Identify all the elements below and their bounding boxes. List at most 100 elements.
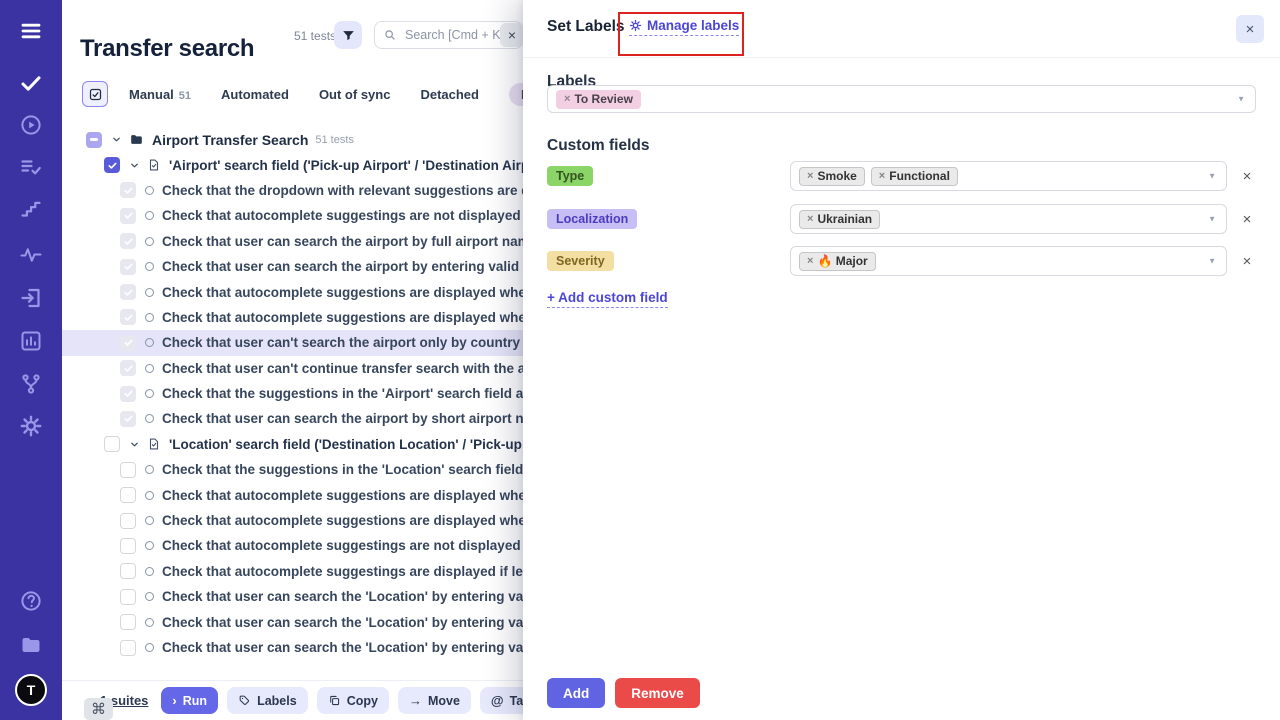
tree-case-row: Check that the dropdown with relevant su…: [62, 178, 523, 203]
checkbox-checked-light[interactable]: [120, 182, 136, 198]
sidebar-item-play-circle-icon[interactable]: [18, 112, 44, 138]
checkbox-checked-light[interactable]: [120, 259, 136, 275]
tab-estimate[interactable]: Estimate: [509, 83, 523, 106]
tree-row-label[interactable]: Check that user can search the airport b…: [162, 259, 523, 274]
checkbox-unchecked[interactable]: [120, 589, 136, 605]
remove-tag-icon[interactable]: ×: [879, 170, 885, 182]
label-tag: ×To Review: [556, 90, 641, 109]
search-clear-button[interactable]: ×: [500, 23, 523, 47]
custom-field-select-severity[interactable]: ×🔥 Major▼: [790, 246, 1227, 276]
sidebar-item-steps-icon[interactable]: [18, 196, 44, 222]
add-custom-field-link[interactable]: + Add custom field: [547, 290, 668, 308]
close-panel-button[interactable]: ×: [1236, 15, 1264, 43]
tree-row-label[interactable]: 'Location' search field ('Destination Lo…: [169, 437, 523, 452]
tree-row-label[interactable]: Check that user can search the 'Location…: [162, 589, 523, 604]
checkbox-checked-light[interactable]: [120, 386, 136, 402]
tab-out-of-sync[interactable]: Out of sync: [319, 87, 391, 102]
sidebar-item-list-check-icon[interactable]: [18, 154, 44, 180]
tree-row-label[interactable]: Check that autocomplete suggestions are …: [162, 310, 523, 325]
sidebar-item-branch-icon[interactable]: [18, 371, 44, 397]
tree-row-label[interactable]: Check that autocomplete suggestings are …: [162, 564, 523, 579]
sidebar-item-bar-chart-icon[interactable]: [18, 328, 44, 354]
sidebar-item-sign-in-icon[interactable]: [18, 285, 44, 311]
sidebar-item-gear-icon[interactable]: [18, 413, 44, 439]
tree-case-row: Check that autocomplete suggestings are …: [62, 203, 523, 228]
run-button[interactable]: ›Run: [161, 687, 218, 714]
labels-select[interactable]: ×To Review ▼: [547, 85, 1256, 113]
remove-custom-field-button[interactable]: ×: [1239, 168, 1255, 184]
sidebar-item-check-icon[interactable]: [18, 70, 44, 96]
copy-button[interactable]: Copy: [317, 687, 389, 714]
chevron-down-icon[interactable]: [129, 439, 140, 450]
case-status-circle-icon: [145, 618, 154, 627]
checkbox-checked-light[interactable]: [120, 411, 136, 427]
tree-row-label[interactable]: Check that the suggestions in the 'Locat…: [162, 462, 523, 477]
tree-row-label[interactable]: Check that user can search the 'Location…: [162, 615, 523, 630]
checkbox-unchecked[interactable]: [120, 640, 136, 656]
move-button[interactable]: →Move: [398, 687, 471, 714]
sidebar-item-folder-icon[interactable]: [18, 632, 44, 658]
checkbox-unchecked[interactable]: [120, 513, 136, 529]
tree-row-label[interactable]: Check that user can search the airport b…: [162, 234, 523, 249]
tree-case-row: Check that user can't continue transfer …: [62, 356, 523, 381]
custom-field-select-localization[interactable]: ×Ukrainian▼: [790, 204, 1227, 234]
checkbox-checked-light[interactable]: [120, 309, 136, 325]
remove-tag-icon[interactable]: ×: [807, 170, 813, 182]
tree-row-label[interactable]: Check that user can search the 'Location…: [162, 640, 523, 655]
chevron-down-icon[interactable]: [129, 160, 140, 171]
sidebar-item-menu-icon[interactable]: [18, 18, 44, 44]
tab-manual[interactable]: Manual51: [129, 87, 191, 102]
tab-detached[interactable]: Detached: [420, 87, 479, 102]
checkbox-checked-light[interactable]: [120, 208, 136, 224]
checkbox-unchecked[interactable]: [120, 614, 136, 630]
test-tree: Airport Transfer Search51 tests'Airport'…: [62, 127, 523, 660]
tree-row-label[interactable]: Check that user can't search the airport…: [162, 335, 520, 350]
add-button[interactable]: Add: [547, 678, 605, 708]
avatar[interactable]: T: [15, 674, 47, 706]
select-mode-toggle[interactable]: [82, 81, 108, 107]
tags-button[interactable]: @Tags: [480, 687, 523, 714]
tab-label: Out of sync: [319, 87, 391, 102]
tree-row-label[interactable]: Check that user can't continue transfer …: [162, 361, 523, 376]
checkbox-unchecked[interactable]: [120, 487, 136, 503]
checkbox-checked[interactable]: [104, 157, 120, 173]
checkbox-unchecked[interactable]: [120, 538, 136, 554]
tree-row-label[interactable]: Airport Transfer Search: [152, 132, 308, 148]
tree-case-row: Check that user can search the 'Location…: [62, 584, 523, 609]
checkbox-indeterminate[interactable]: [86, 132, 102, 148]
tree-row-label[interactable]: Check that autocomplete suggestions are …: [162, 513, 523, 528]
sidebar-item-pulse-icon[interactable]: [18, 242, 44, 268]
checkbox-unchecked[interactable]: [120, 462, 136, 478]
case-status-circle-icon: [145, 541, 154, 550]
remove-tag-icon[interactable]: ×: [807, 213, 813, 225]
tree-row-label[interactable]: Check that autocomplete suggestions are …: [162, 488, 523, 503]
tab-automated[interactable]: Automated: [221, 87, 289, 102]
tree-row-label[interactable]: Check that autocomplete suggestions are …: [162, 285, 523, 300]
remove-custom-field-button[interactable]: ×: [1239, 211, 1255, 227]
checkbox-checked-light[interactable]: [120, 284, 136, 300]
manage-labels-link[interactable]: Manage labels: [629, 18, 739, 36]
labels-button[interactable]: Labels: [227, 687, 308, 714]
remove-custom-field-button[interactable]: ×: [1239, 253, 1255, 269]
tree-row-label[interactable]: Check that the dropdown with relevant su…: [162, 183, 523, 198]
filter-button[interactable]: [334, 21, 362, 49]
tree-row-label[interactable]: Check that autocomplete suggestings are …: [162, 208, 523, 223]
sidebar-item-help-icon[interactable]: [18, 588, 44, 614]
chevron-down-icon[interactable]: [111, 134, 122, 145]
remove-tag-icon[interactable]: ×: [564, 93, 570, 105]
case-status-circle-icon: [145, 313, 154, 322]
tree-row-label[interactable]: 'Airport' search field ('Pick-up Airport…: [169, 158, 523, 173]
remove-tag-icon[interactable]: ×: [807, 255, 813, 267]
checkbox-checked-light[interactable]: [120, 335, 136, 351]
tree-row-label[interactable]: Check that autocomplete suggestings are …: [162, 538, 523, 553]
checkbox-checked-light[interactable]: [120, 233, 136, 249]
checkbox-checked-light[interactable]: [120, 360, 136, 376]
value-tag-text: 🔥 Major: [817, 254, 867, 268]
custom-field-select-type[interactable]: ×Smoke×Functional▼: [790, 161, 1227, 191]
remove-button[interactable]: Remove: [615, 678, 700, 708]
checkbox-unchecked[interactable]: [120, 563, 136, 579]
tree-row-label[interactable]: Check that user can search the airport b…: [162, 411, 523, 426]
panel-header: Set Labels Manage labels ×: [523, 0, 1280, 58]
tree-row-label[interactable]: Check that the suggestions in the 'Airpo…: [162, 386, 523, 401]
checkbox-unchecked[interactable]: [104, 436, 120, 452]
